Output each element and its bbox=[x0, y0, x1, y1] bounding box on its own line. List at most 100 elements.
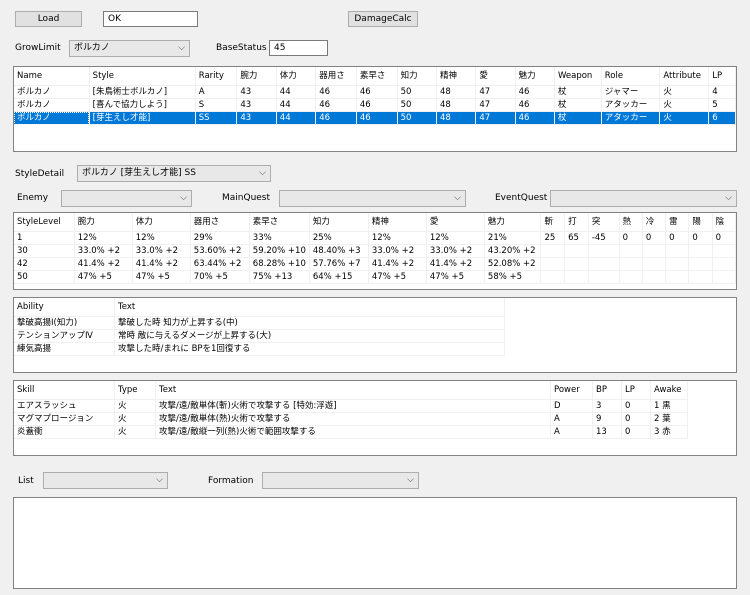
table-cell: SS bbox=[195, 111, 238, 125]
table-row[interactable]: 42 41.4% +2 41.4% +2 63.44% +2 68.28% +10 57.… bbox=[14, 257, 736, 271]
table-row[interactable]: マグマプロージョン火攻撃/遠/敵単体(熱)火術で攻撃する A 9 0 2 葉 bbox=[14, 412, 688, 426]
load-button[interactable]: Load bbox=[15, 11, 82, 27]
column-header[interactable]: 雷 bbox=[665, 213, 690, 232]
table-row[interactable]: ボルカノ [喜んで協力しよう] S 43 44 46 46 50 48 47 46 杖アタッカー火 5 bbox=[14, 98, 736, 112]
ability-table: Ability Text 撃破高揚Ⅰ(知力) 撃破した時 知力が上昇する(中) テンショ… bbox=[14, 298, 505, 356]
level-table-panel[interactable]: StyleLevel 腕力 体力 器用さ 素早さ 知力 精神愛魅力斬打突熱冷雷陽陰 1 12% 1… bbox=[13, 212, 737, 290]
table-cell: 58% +5 bbox=[484, 270, 542, 284]
ok-textbox[interactable]: OK bbox=[103, 11, 198, 27]
column-header[interactable]: Text bbox=[114, 298, 505, 317]
column-header[interactable]: 打 bbox=[564, 213, 589, 232]
table-row[interactable]: ボルカノ [朱鳥術士ボルカノ] A 43 44 46 46 50 48 47 46 杖ジャマー火 4 bbox=[14, 85, 736, 99]
table-row[interactable]: 練気高揚 攻撃した時/まれに BPを1回復する bbox=[14, 342, 505, 356]
column-header[interactable]: 愛 bbox=[475, 67, 516, 86]
table-cell: 4 bbox=[708, 85, 736, 99]
column-header[interactable]: 知力 bbox=[309, 213, 369, 232]
column-header[interactable]: Type bbox=[114, 381, 156, 400]
column-header[interactable]: StyleLevel bbox=[14, 213, 75, 232]
column-header[interactable]: Style bbox=[89, 67, 196, 86]
column-header[interactable]: 精神 bbox=[368, 213, 427, 232]
column-header[interactable]: 器用さ bbox=[315, 67, 357, 86]
table-cell: アタッカー bbox=[601, 98, 661, 112]
table-cell: 0 bbox=[712, 231, 736, 245]
column-header[interactable]: Weapon bbox=[554, 67, 602, 86]
column-header[interactable]: Ability bbox=[14, 298, 115, 317]
table-cell: エアスラッシュ bbox=[14, 399, 115, 413]
column-header[interactable]: LP bbox=[708, 67, 736, 86]
column-header[interactable]: 精神 bbox=[436, 67, 477, 86]
table-cell bbox=[564, 244, 589, 258]
table-cell: 47% +5 bbox=[74, 270, 133, 284]
table-cell: 0 bbox=[621, 399, 651, 413]
formation-select[interactable]: ⌵ bbox=[262, 472, 419, 489]
table-row[interactable]: エアスラッシュ火攻撃/遠/敵単体(斬)火術で攻撃する [特効:浮遊] D 3 0 1 黒 bbox=[14, 399, 688, 413]
column-header[interactable]: 体力 bbox=[132, 213, 191, 232]
formation-panel[interactable] bbox=[13, 497, 737, 589]
table-cell: 50 bbox=[397, 85, 437, 99]
table-cell: 46 bbox=[315, 111, 357, 125]
column-header[interactable]: 器用さ bbox=[190, 213, 250, 232]
column-header[interactable]: LP bbox=[621, 381, 651, 400]
skill-panel[interactable]: Skill Type Text Power BP LP Awake エアスラッシュ火攻撃/遠/… bbox=[13, 380, 737, 456]
column-header[interactable]: Power bbox=[550, 381, 593, 400]
table-cell: 杖 bbox=[554, 85, 602, 99]
growlimit-select[interactable]: ボルカノ ⌵ bbox=[69, 40, 190, 57]
column-header[interactable]: 知力 bbox=[397, 67, 437, 86]
mainquest-select[interactable]: ⌵ bbox=[279, 190, 466, 207]
eventquest-select[interactable]: ⌵ bbox=[550, 190, 737, 207]
table-cell: 44 bbox=[276, 85, 317, 99]
column-header[interactable]: 熱 bbox=[619, 213, 643, 232]
column-header[interactable]: 魅力 bbox=[515, 67, 555, 86]
table-row[interactable]: 50 47% +5 47% +5 70% +5 75% +13 64% +15 47% +5… bbox=[14, 270, 736, 284]
column-header[interactable]: Rarity bbox=[195, 67, 238, 86]
table-cell: 53.60% +2 bbox=[190, 244, 250, 258]
damage-calc-button[interactable]: DamageCalc bbox=[348, 11, 418, 27]
skill-table-header: Skill Type Text Power BP LP Awake bbox=[14, 381, 688, 400]
column-header[interactable]: 素早さ bbox=[249, 213, 310, 232]
column-header[interactable]: 魅力 bbox=[484, 213, 542, 232]
column-header[interactable]: 腕力 bbox=[236, 67, 277, 86]
column-header[interactable]: Skill bbox=[14, 381, 115, 400]
table-row[interactable]: テンションアップⅣ 常時 敵に与えるダメージが上昇する(大) bbox=[14, 329, 505, 343]
table-cell: 0 bbox=[621, 412, 651, 426]
table-cell bbox=[540, 244, 566, 258]
column-header[interactable]: 腕力 bbox=[74, 213, 133, 232]
column-header[interactable]: Text bbox=[155, 381, 551, 400]
enemy-select[interactable]: ⌵ bbox=[61, 190, 192, 207]
column-header[interactable]: Name bbox=[14, 67, 90, 86]
style-list[interactable]: Name Style Rarity 腕力 体力 器用さ 素早さ 知力 精神愛魅力 Weapon Ro… bbox=[13, 66, 737, 152]
table-cell: A bbox=[550, 412, 593, 426]
table-cell: 57.76% +7 bbox=[309, 257, 369, 271]
column-header[interactable]: Attribute bbox=[659, 67, 710, 86]
basestatus-input[interactable]: 45 bbox=[269, 40, 328, 56]
table-cell bbox=[642, 244, 667, 258]
table-cell: 火 bbox=[114, 399, 156, 413]
column-header[interactable]: 愛 bbox=[426, 213, 485, 232]
table-row[interactable]: ボルカノ [芽生えし才能] SS 43 44 46 46 50 48 47 46 杖アタッカー火 6 bbox=[14, 111, 736, 125]
column-header[interactable]: 体力 bbox=[276, 67, 317, 86]
table-cell: 44 bbox=[276, 98, 317, 112]
column-header[interactable]: Role bbox=[601, 67, 661, 86]
table-row[interactable]: 1 12% 12% 29% 33% 25% 12% 12% 21% 25 65 -45 0 0 0 0 0 bbox=[14, 231, 736, 245]
column-header[interactable]: BP bbox=[592, 381, 622, 400]
column-header[interactable]: 陰 bbox=[712, 213, 736, 232]
table-row[interactable]: 撃破高揚Ⅰ(知力) 撃破した時 知力が上昇する(中) bbox=[14, 316, 505, 330]
table-cell: 12% bbox=[132, 231, 191, 245]
column-header[interactable]: 陽 bbox=[688, 213, 713, 232]
table-cell: 撃破高揚Ⅰ(知力) bbox=[14, 316, 115, 330]
styledetail-select[interactable]: ボルカノ [芽生えし才能] SS ⌵ bbox=[77, 165, 271, 182]
table-cell: 13 bbox=[592, 425, 622, 439]
table-cell: D bbox=[550, 399, 593, 413]
table-cell: [朱鳥術士ボルカノ] bbox=[89, 85, 196, 99]
column-header[interactable]: 冷 bbox=[642, 213, 667, 232]
table-row[interactable]: 炎蓋衝火攻撃/遠/敵縦一列(熱)火術で範囲攻撃する A 13 0 3 赤 bbox=[14, 425, 688, 439]
ability-panel[interactable]: Ability Text 撃破高揚Ⅰ(知力) 撃破した時 知力が上昇する(中) テンショ… bbox=[13, 297, 737, 373]
table-row[interactable]: 30 33.0% +2 33.0% +2 53.60% +2 59.20% +10 48.… bbox=[14, 244, 736, 258]
table-cell bbox=[712, 244, 736, 258]
list-select[interactable]: ⌵ bbox=[43, 472, 168, 489]
column-header[interactable]: 突 bbox=[588, 213, 620, 232]
table-cell: A bbox=[550, 425, 593, 439]
column-header[interactable]: 斬 bbox=[540, 213, 566, 232]
column-header[interactable]: Awake bbox=[650, 381, 688, 400]
column-header[interactable]: 素早さ bbox=[356, 67, 398, 86]
